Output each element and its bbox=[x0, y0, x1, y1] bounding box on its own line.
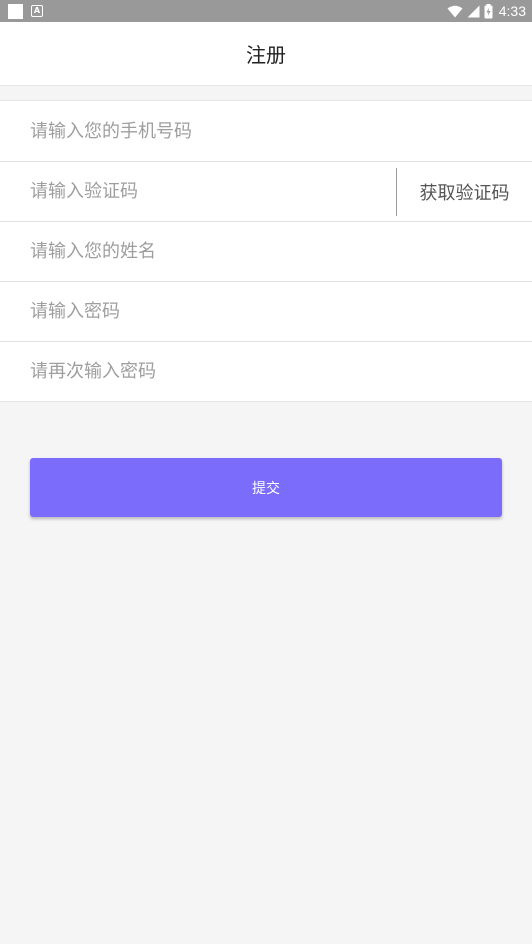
code-row: 获取验证码 bbox=[0, 161, 532, 221]
status-bar: A 4:33 bbox=[0, 0, 532, 22]
name-input[interactable] bbox=[0, 222, 532, 281]
notification-square-icon bbox=[8, 3, 23, 19]
phone-input[interactable] bbox=[0, 101, 532, 161]
wifi-icon bbox=[447, 5, 463, 17]
status-time: 4:33 bbox=[498, 3, 526, 19]
register-form: 获取验证码 bbox=[0, 100, 532, 402]
status-left: A bbox=[8, 3, 43, 19]
verification-code-input[interactable] bbox=[0, 162, 396, 221]
get-code-button[interactable]: 获取验证码 bbox=[397, 162, 532, 222]
title-bar: 注册 bbox=[0, 22, 532, 86]
page-title: 注册 bbox=[246, 43, 286, 67]
name-row bbox=[0, 221, 532, 281]
password-confirm-input[interactable] bbox=[0, 342, 532, 401]
phone-row bbox=[0, 101, 532, 161]
password-row bbox=[0, 281, 532, 341]
app-a-icon: A bbox=[31, 5, 43, 17]
password-confirm-row bbox=[0, 341, 532, 401]
battery-charging-icon bbox=[484, 3, 493, 18]
password-input[interactable] bbox=[0, 282, 532, 341]
status-right: 4:33 bbox=[447, 3, 526, 19]
submit-button[interactable]: 提交 bbox=[30, 458, 502, 517]
signal-icon bbox=[467, 5, 480, 17]
